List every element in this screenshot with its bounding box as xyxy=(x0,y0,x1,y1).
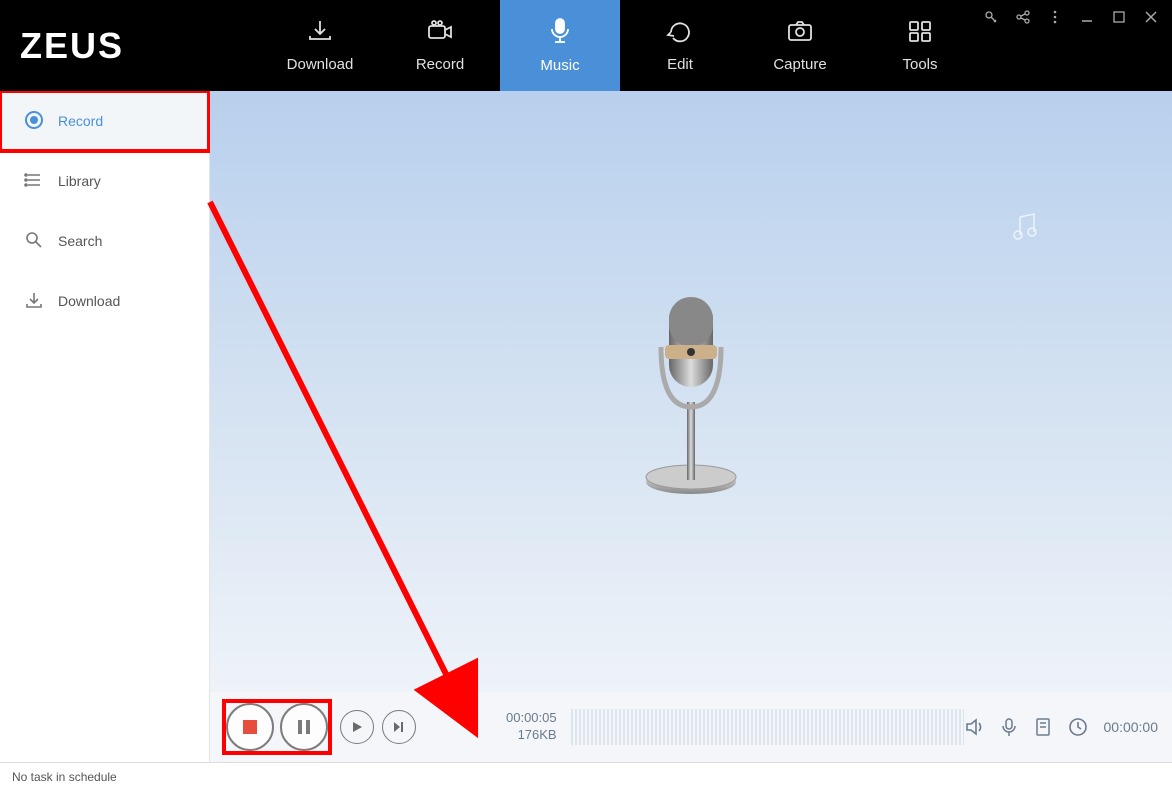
nav-tools[interactable]: Tools xyxy=(860,0,980,91)
microphone-icon xyxy=(545,17,575,49)
recording-canvas xyxy=(210,91,1172,692)
nav-label: Tools xyxy=(902,56,937,73)
sidebar-item-label: Search xyxy=(58,233,102,249)
elapsed-time: 00:00:05 xyxy=(506,710,557,727)
app-logo: ZEUS xyxy=(0,0,260,91)
record-button-group xyxy=(224,701,330,753)
minimize-button[interactable] xyxy=(1078,8,1096,26)
search-icon xyxy=(24,230,44,253)
schedule-icon[interactable] xyxy=(1068,717,1088,737)
sidebar-item-record[interactable]: Record xyxy=(0,91,209,151)
camera-icon xyxy=(425,18,455,48)
nav-label: Music xyxy=(540,57,579,74)
recording-size: 176KB xyxy=(506,727,557,744)
menu-dots-icon[interactable] xyxy=(1046,8,1064,26)
stop-button[interactable] xyxy=(226,703,274,751)
sidebar-item-download[interactable]: Download xyxy=(0,271,209,331)
nav-download[interactable]: Download xyxy=(260,0,380,91)
sidebar: Record Library Search Download xyxy=(0,91,210,762)
record-dot-icon xyxy=(24,110,44,133)
download-icon xyxy=(305,18,335,48)
share-icon[interactable] xyxy=(1014,8,1032,26)
music-note-icon xyxy=(1008,211,1042,250)
nav-label: Capture xyxy=(773,56,826,73)
key-icon[interactable] xyxy=(982,8,1000,26)
play-button[interactable] xyxy=(340,710,374,744)
microphone-illustration xyxy=(631,287,751,497)
right-tools: 00:00:00 xyxy=(964,717,1159,737)
status-bar: No task in schedule xyxy=(0,762,1172,790)
nav-label: Record xyxy=(416,56,464,73)
download-icon xyxy=(24,290,44,313)
recording-stats: 00:00:05 176KB xyxy=(506,710,557,744)
nav-label: Download xyxy=(287,56,354,73)
content: 00:00:05 176KB xyxy=(210,91,1172,762)
sidebar-item-label: Library xyxy=(58,173,101,189)
sidebar-item-label: Record xyxy=(58,113,103,129)
nav-record[interactable]: Record xyxy=(380,0,500,91)
next-button[interactable] xyxy=(382,710,416,744)
tools-icon xyxy=(905,18,935,48)
edit-icon xyxy=(665,18,695,48)
recorder-controls: 00:00:05 176KB xyxy=(210,692,1172,762)
app-window: ZEUS Download Record xyxy=(0,0,1172,790)
sidebar-item-library[interactable]: Library xyxy=(0,151,209,211)
top-bar: ZEUS Download Record xyxy=(0,0,1172,91)
nav-capture[interactable]: Capture xyxy=(740,0,860,91)
duration-label: 00:00:00 xyxy=(1104,719,1159,735)
waveform-display xyxy=(571,709,964,745)
sidebar-item-search[interactable]: Search xyxy=(0,211,209,271)
window-controls xyxy=(982,8,1160,26)
list-icon xyxy=(24,170,44,193)
nav-tabs: Download Record Music xyxy=(260,0,980,91)
nav-label: Edit xyxy=(667,56,693,73)
pause-button[interactable] xyxy=(280,703,328,751)
tag-icon[interactable] xyxy=(1034,717,1052,737)
close-button[interactable] xyxy=(1142,8,1160,26)
status-text: No task in schedule xyxy=(12,770,117,784)
volume-icon[interactable] xyxy=(964,717,984,737)
nav-edit[interactable]: Edit xyxy=(620,0,740,91)
mic-settings-icon[interactable] xyxy=(1000,717,1018,737)
nav-music[interactable]: Music xyxy=(500,0,620,91)
sidebar-item-label: Download xyxy=(58,293,120,309)
maximize-button[interactable] xyxy=(1110,8,1128,26)
body: Record Library Search Download xyxy=(0,91,1172,762)
capture-icon xyxy=(785,18,815,48)
